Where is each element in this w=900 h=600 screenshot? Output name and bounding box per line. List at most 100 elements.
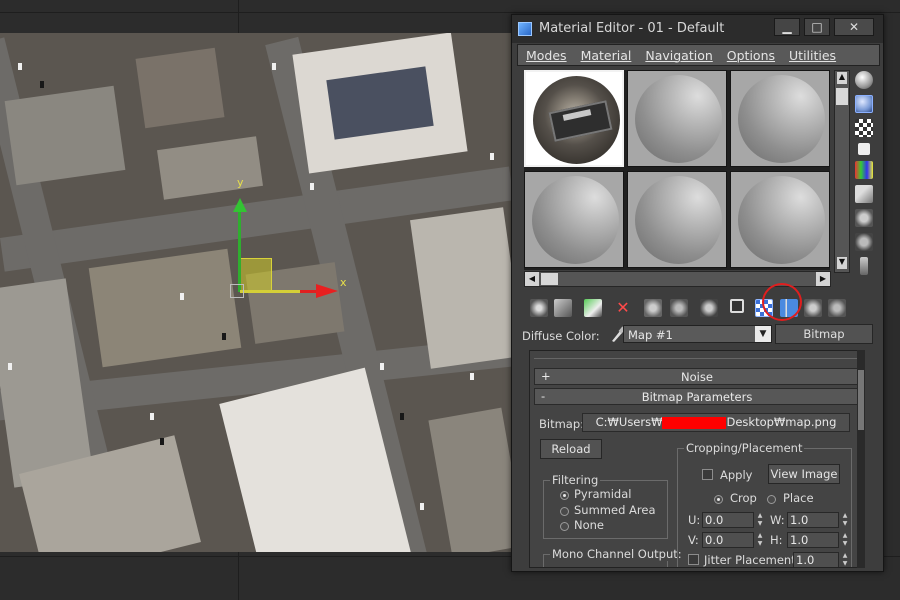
material-sphere [532,176,619,264]
gizmo-xy-plane[interactable] [240,258,272,292]
h-spinner[interactable]: 1.0 ▲ ▼ [787,532,847,548]
v-spinner[interactable]: 0.0 ▲ ▼ [702,532,762,548]
make-material-copy-icon[interactable] [644,299,662,317]
bitmap-parameters-rollout-header[interactable]: - Bitmap Parameters [534,388,860,405]
car [150,413,154,420]
gizmo-y-arrow[interactable] [233,198,247,212]
material-map-navigator-icon[interactable] [860,257,868,275]
menu-navigation[interactable]: Navigation [645,48,712,63]
car [380,363,384,370]
none-radio[interactable] [560,522,569,531]
spinner-arrows-icon[interactable]: ▲ ▼ [840,512,850,528]
material-id-channel-icon[interactable] [730,299,744,313]
h-label: H: [770,533,783,547]
material-editor-icon [518,22,532,36]
building [157,136,263,200]
cropping-placement-title: Cropping/Placement [684,441,805,455]
scroll-thumb[interactable] [836,88,848,105]
jitter-value: 1.0 [796,553,815,567]
summed-area-label: Summed Area [574,503,656,517]
bottom-toolbar: ✕ [522,297,882,319]
map-name-dropdown[interactable]: Map #1 ▼ [623,325,772,343]
select-by-material-icon[interactable] [855,233,873,251]
sample-slot-1[interactable] [524,70,624,167]
sample-type-icon[interactable] [855,71,873,89]
menu-options[interactable]: Options [727,48,775,63]
get-material-icon[interactable] [530,299,548,317]
background-checker-icon[interactable] [855,119,873,137]
sample-slot-4[interactable] [524,171,624,268]
reset-map-icon[interactable]: ✕ [614,299,632,317]
make-unique-icon[interactable] [670,299,688,317]
view-image-button[interactable]: View Image [768,464,840,484]
title-bar[interactable]: Material Editor - 01 - Default ▁ □ ✕ [512,15,883,43]
map-type-button[interactable]: Bitmap [775,324,873,344]
diffuse-color-label: Diffuse Color: [522,329,600,343]
sample-slot-2[interactable] [627,70,727,167]
v-value: 0.0 [705,533,724,547]
go-forward-to-sibling-icon[interactable] [828,299,846,317]
jitter-spinner[interactable]: 1.0 ▲ ▼ [793,552,847,567]
scroll-thumb[interactable] [541,273,558,285]
place-label: Place [783,491,814,505]
spinner-arrows-icon[interactable]: ▲ ▼ [755,532,765,548]
material-editor-window: Material Editor - 01 - Default ▁ □ ✕ Mod… [511,14,884,572]
w-spinner[interactable]: 1.0 ▲ ▼ [787,512,847,528]
go-to-parent-icon[interactable] [804,299,822,317]
chevron-down-icon[interactable]: ▼ [755,326,771,342]
car [490,153,494,160]
minimize-button[interactable]: ▁ [774,18,800,36]
car [400,413,404,420]
scroll-up-icon[interactable]: ▲ [837,72,847,84]
u-spinner[interactable]: 0.0 ▲ ▼ [702,512,762,528]
maximize-button[interactable]: □ [804,18,830,36]
sample-slot-3[interactable] [730,70,830,167]
sample-slot-5[interactable] [627,171,727,268]
make-preview-icon[interactable] [855,185,873,203]
scroll-thumb[interactable] [858,370,864,430]
backlight-icon[interactable] [855,95,873,113]
place-radio[interactable] [767,495,776,504]
sample-uv-tiling-icon[interactable] [858,143,870,155]
noise-rollout-header[interactable]: + Noise [534,368,860,385]
reload-button[interactable]: Reload [540,439,602,459]
menu-modes[interactable]: Modes [526,48,567,63]
put-to-library-icon[interactable] [700,299,718,317]
bitmap-path-button[interactable]: C:₩Users₩ Desktop₩map.png [582,413,850,432]
mono-channel-output-title: Mono Channel Output: [550,547,684,561]
sample-slot-6[interactable] [730,171,830,268]
scroll-right-icon[interactable]: ▶ [816,272,830,286]
put-material-to-scene-icon[interactable] [554,299,572,317]
jitter-placement-checkbox[interactable] [688,554,699,565]
v-label: V: [688,533,699,547]
car [310,183,314,190]
menu-utilities[interactable]: Utilities [789,48,836,63]
window-title: Material Editor - 01 - Default [539,21,725,36]
material-sphere [635,176,722,264]
h-value: 1.0 [790,533,809,547]
spinner-arrows-icon[interactable]: ▲ ▼ [840,552,850,567]
rollout-panel: + Noise - Bitmap Parameters Bitmap: C:₩U… [529,350,865,568]
slots-vertical-scrollbar[interactable]: ▲ ▼ [834,70,850,273]
rollout-scrollbar[interactable] [857,350,865,568]
bitmap-path-suffix: Desktop₩map.png [726,415,837,429]
options-icon[interactable] [855,209,873,227]
crop-radio[interactable] [714,495,723,504]
apply-checkbox[interactable] [702,469,713,480]
scroll-down-icon[interactable]: ▼ [837,257,847,269]
assign-material-to-selection-icon[interactable] [584,299,602,317]
close-button[interactable]: ✕ [834,18,874,36]
video-color-check-icon[interactable] [855,161,873,179]
car [40,81,44,88]
menu-material[interactable]: Material [581,48,632,63]
building [88,248,242,368]
scroll-left-icon[interactable]: ◀ [525,272,539,286]
pyramidal-radio[interactable] [560,491,569,500]
spinner-arrows-icon[interactable]: ▲ ▼ [840,532,850,548]
u-value: 0.0 [705,513,724,527]
gizmo-y-axis[interactable] [238,210,241,292]
car [160,438,164,445]
gizmo-x-arrow[interactable] [316,284,338,298]
spinner-arrows-icon[interactable]: ▲ ▼ [755,512,765,528]
summed-area-radio[interactable] [560,507,569,516]
